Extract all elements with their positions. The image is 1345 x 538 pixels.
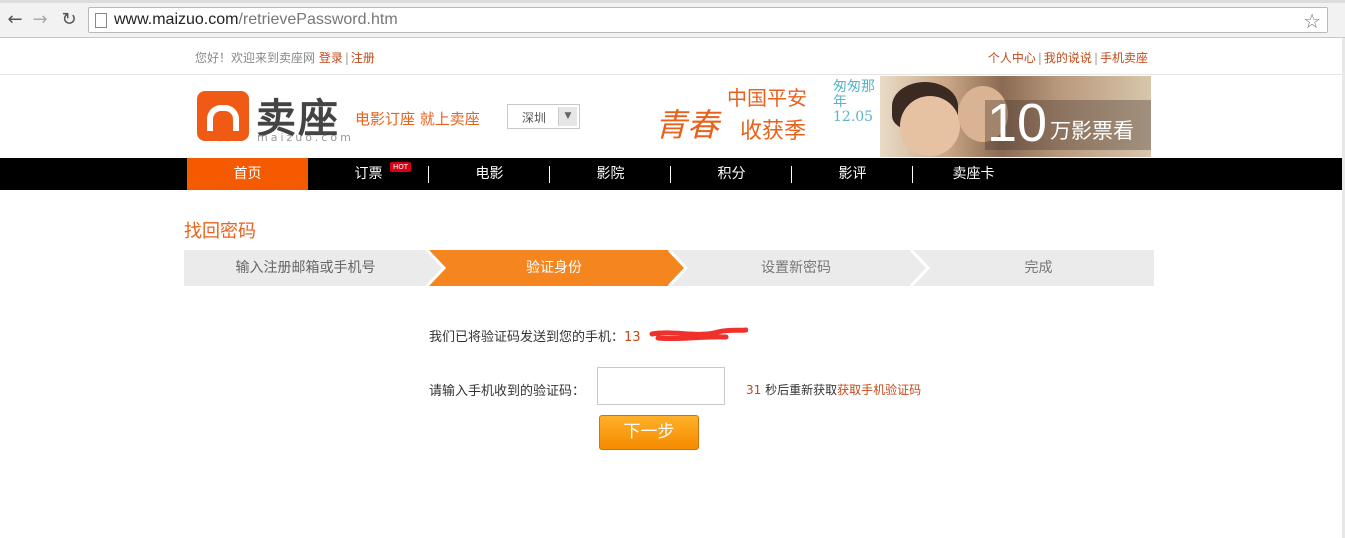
resend-code-link[interactable]: 获取手机验证码 bbox=[837, 383, 921, 397]
redaction-scribble bbox=[649, 327, 748, 342]
city-value: 深圳 bbox=[522, 111, 547, 125]
resend-area: 31 秒后重新获取获取手机验证码 bbox=[746, 381, 921, 398]
sent-text: 我们已将验证码发送到您的手机： bbox=[429, 330, 625, 345]
login-link[interactable]: 登录 bbox=[319, 51, 343, 65]
code-label: 请输入手机收到的验证码： bbox=[429, 384, 586, 399]
banner-title: 青春 bbox=[655, 106, 720, 144]
logo-subtext: maizuo.com bbox=[257, 131, 354, 144]
page-title: 找回密码 bbox=[184, 221, 256, 242]
next-step-button[interactable]: 下一步 bbox=[599, 415, 699, 450]
welcome-text: 您好！欢迎来到卖座网 bbox=[195, 51, 316, 65]
user-center-link[interactable]: 个人中心 bbox=[988, 51, 1036, 65]
banner-text: 万影票看 bbox=[1050, 119, 1134, 143]
phone-number: 13 bbox=[624, 330, 641, 345]
logo-icon[interactable] bbox=[197, 91, 249, 141]
city-select[interactable]: 深圳 ▼ bbox=[507, 104, 580, 129]
step-new-password: 设置新密码 bbox=[761, 260, 831, 276]
back-icon[interactable]: ← bbox=[4, 9, 26, 31]
banner-number: 10 bbox=[987, 93, 1048, 153]
nav-cinemas[interactable]: 影院 bbox=[550, 158, 671, 190]
step-complete: 完成 bbox=[1024, 260, 1053, 276]
address-bar[interactable]: www.maizuo.com/retrievePassword.htm ☆ bbox=[88, 7, 1328, 33]
top-links: 个人中心 | 我的说说 | 手机卖座 bbox=[987, 51, 1148, 65]
url-text[interactable]: www.maizuo.com/retrievePassword.htm bbox=[114, 11, 398, 29]
top-bar: 您好！欢迎来到卖座网 登录 | 注册 个人中心 | 我的说说 | 手机卖座 bbox=[0, 39, 1342, 75]
reload-icon[interactable]: ↻ bbox=[58, 9, 80, 31]
countdown-text: 秒后重新获取 bbox=[765, 383, 838, 397]
register-link[interactable]: 注册 bbox=[351, 51, 375, 65]
my-posts-link[interactable]: 我的说说 bbox=[1044, 51, 1092, 65]
banner-subtitle: 收获季 bbox=[740, 119, 807, 144]
progress-steps: 输入注册邮箱或手机号 验证身份 设置新密码 完成 bbox=[184, 250, 1154, 286]
mobile-link[interactable]: 手机卖座 bbox=[1100, 51, 1148, 65]
browser-toolbar: ← → ↻ www.maizuo.com/retrievePassword.ht… bbox=[0, 0, 1345, 38]
nav-reviews[interactable]: 影评 bbox=[792, 158, 913, 190]
banner-movie: 匆匆那年 12.05 bbox=[833, 79, 875, 125]
bookmark-star-icon[interactable]: ☆ bbox=[1303, 9, 1321, 33]
slogan: 电影订座 就上卖座 bbox=[355, 110, 480, 128]
promo-banner[interactable]: 中国平安 青春 收获季 匆匆那年 12.05 10 万影票看 bbox=[655, 76, 1151, 157]
step-enter-account: 输入注册邮箱或手机号 bbox=[235, 260, 376, 276]
forward-icon[interactable]: → bbox=[29, 9, 51, 31]
page-icon bbox=[95, 13, 107, 28]
step-verify-identity: 验证身份 bbox=[526, 260, 582, 276]
countdown-seconds: 31 bbox=[746, 383, 762, 397]
sent-notice: 我们已将验证码发送到您的手机：13 bbox=[429, 326, 641, 345]
main-nav: 首页 订票 HOT 电影 影院 积分 影评 卖座卡 bbox=[0, 158, 1342, 190]
nav-home[interactable]: 首页 bbox=[187, 158, 308, 190]
tab-strip bbox=[0, 0, 1345, 3]
nav-movies[interactable]: 电影 bbox=[429, 158, 550, 190]
banner-brand: 中国平安 bbox=[727, 86, 807, 110]
dropdown-arrow-icon[interactable]: ▼ bbox=[558, 107, 577, 126]
welcome-area: 您好！欢迎来到卖座网 登录 | 注册 bbox=[195, 51, 375, 65]
nav-card[interactable]: 卖座卡 bbox=[913, 158, 1034, 190]
hot-badge: HOT bbox=[390, 162, 412, 172]
verification-code-input[interactable] bbox=[597, 367, 725, 405]
nav-points[interactable]: 积分 bbox=[671, 158, 792, 190]
